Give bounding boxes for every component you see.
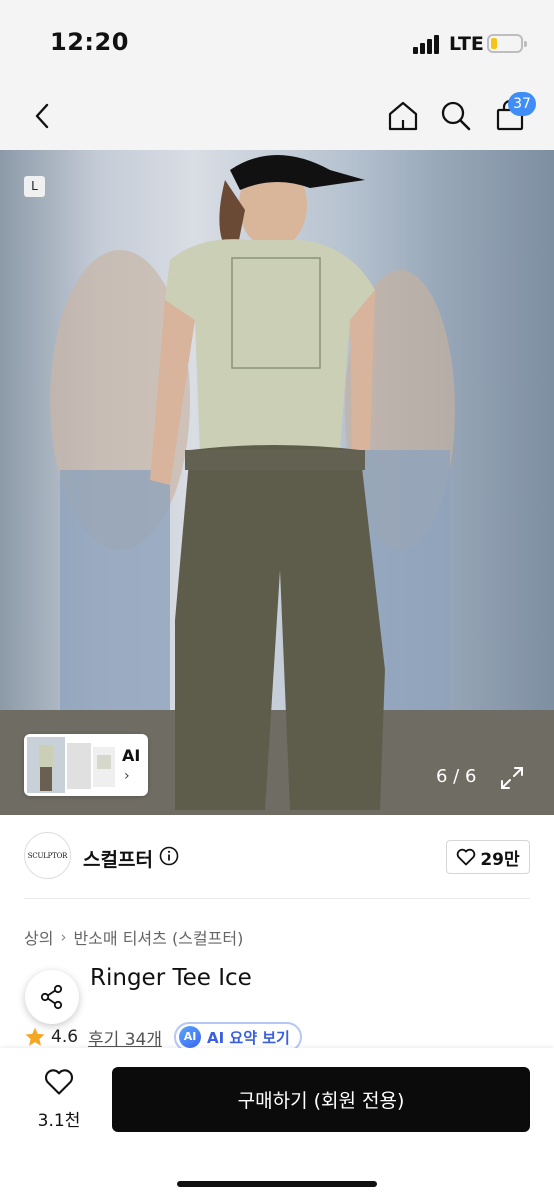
- breadcrumb-category[interactable]: 상의: [24, 925, 53, 949]
- expand-icon[interactable]: [498, 764, 526, 792]
- info-icon[interactable]: [159, 846, 179, 866]
- search-icon: [441, 101, 471, 131]
- brand-name[interactable]: 스컬프터: [83, 845, 153, 872]
- status-bar: 12:20 LTE: [0, 0, 554, 88]
- brand-logo[interactable]: SCULPTOR: [24, 832, 71, 879]
- status-time: 12:20: [50, 28, 129, 56]
- heart-icon: [457, 848, 476, 866]
- product-title: Ringer Tee Ice: [24, 965, 534, 991]
- divider: [24, 898, 530, 899]
- thumbnail-images: [27, 737, 115, 793]
- home-button[interactable]: [381, 94, 425, 138]
- breadcrumb: 상의 › 반소매 티셔츠 (스컬프터): [24, 925, 243, 949]
- reviews-link[interactable]: 후기 34개: [88, 1025, 162, 1050]
- ai-summary-label: AI 요약 보기: [207, 1028, 290, 1047]
- rating-value: 4.6: [51, 1027, 79, 1047]
- star-icon: [25, 1027, 45, 1046]
- cart-count-badge: 37: [508, 92, 536, 116]
- page-indicator: 6 / 6: [436, 766, 477, 787]
- buy-button[interactable]: 구매하기 (회원 전용): [112, 1067, 530, 1132]
- back-icon: [35, 103, 49, 129]
- ai-badge-icon: AI: [179, 1026, 202, 1048]
- wishlist-count: 3.1천: [37, 1111, 81, 1131]
- product-image[interactable]: [0, 150, 554, 815]
- ai-thumb-label: AI: [122, 746, 141, 765]
- share-icon: [40, 984, 63, 1010]
- ai-fitting-thumb[interactable]: AI ›: [24, 734, 148, 796]
- product-title-text: Ringer Tee Ice: [90, 965, 252, 991]
- search-button[interactable]: [434, 94, 478, 138]
- heart-icon: [44, 1069, 74, 1095]
- wishlist-button[interactable]: 3.1천: [22, 1068, 96, 1132]
- product-photo: [0, 155, 554, 815]
- chevron-right-icon: ›: [60, 928, 67, 946]
- home-icon: [388, 101, 418, 131]
- back-button[interactable]: [20, 94, 64, 138]
- network-label: LTE: [449, 33, 484, 55]
- brand-like-button[interactable]: 29만: [446, 840, 530, 874]
- share-button[interactable]: [25, 970, 79, 1024]
- size-badge: L: [24, 176, 45, 197]
- product-title-row: Ringer Tee Ice: [24, 965, 534, 995]
- nav-bar: [0, 88, 554, 150]
- brand-logo-text: SCULPTOR: [27, 851, 68, 860]
- brand-like-count: 29만: [480, 849, 520, 870]
- signal-icon: [413, 34, 443, 54]
- home-indicator: [177, 1181, 377, 1187]
- chevron-right-icon: ›: [124, 768, 130, 784]
- battery-icon: [487, 34, 527, 53]
- breadcrumb-subcategory[interactable]: 반소매 티셔츠 (스컬프터): [73, 925, 243, 949]
